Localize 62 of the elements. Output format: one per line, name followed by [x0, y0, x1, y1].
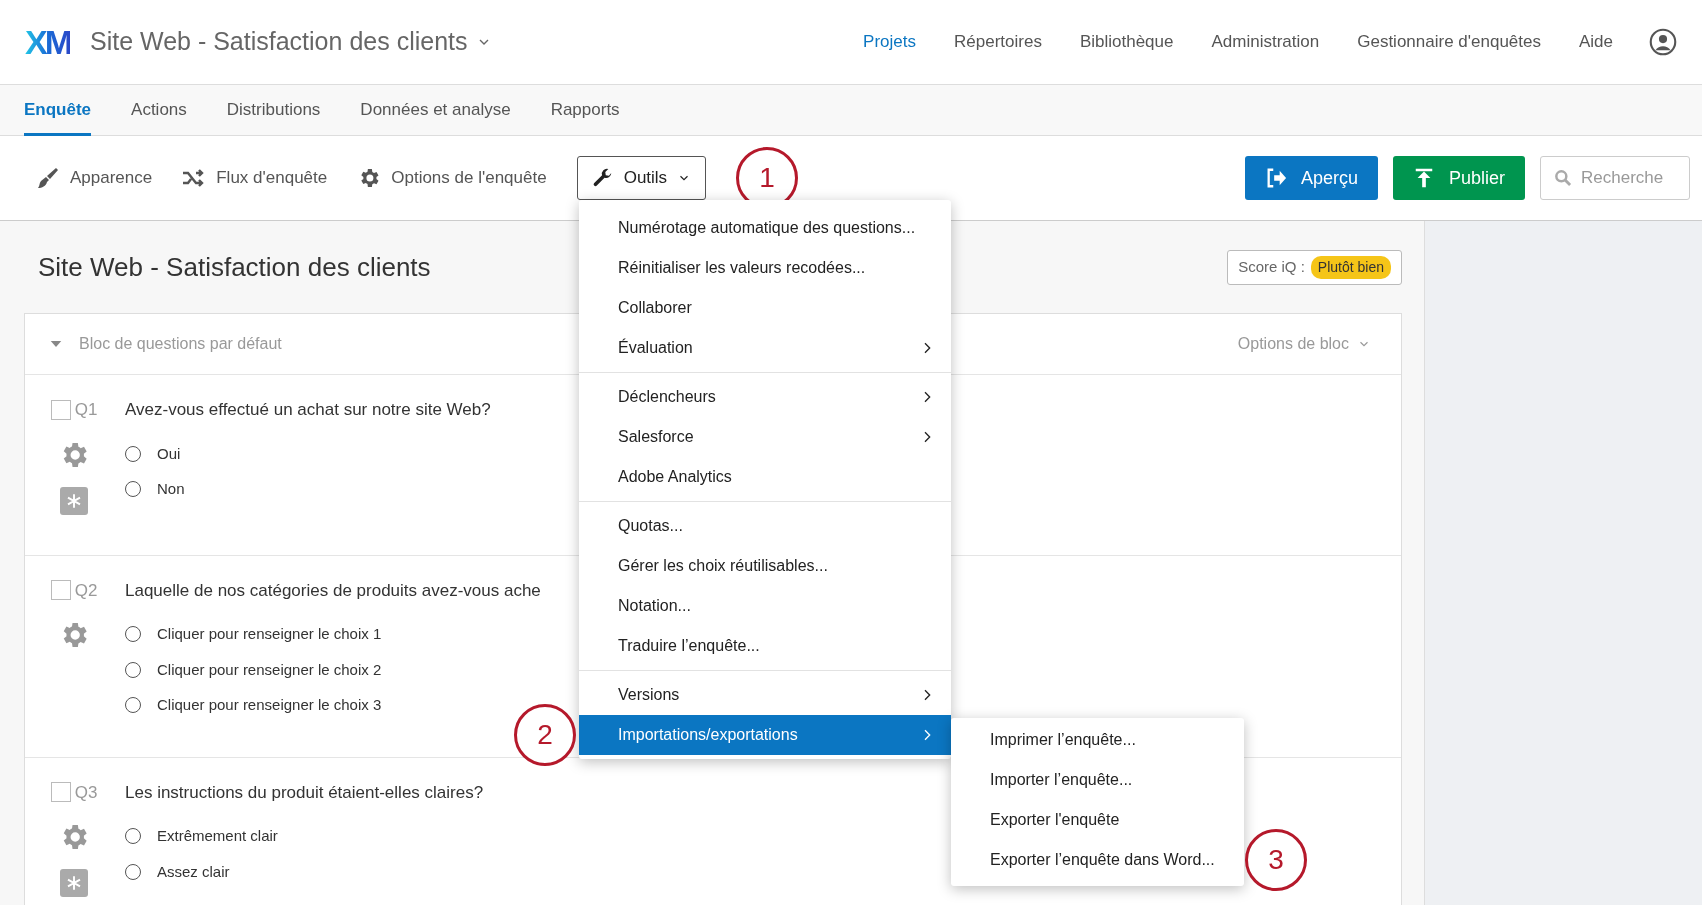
menu-item[interactable]: Évaluation: [579, 328, 951, 368]
user-avatar-icon[interactable]: [1649, 28, 1677, 56]
menu-item[interactable]: Importations/exportations: [579, 715, 951, 755]
block-title: Bloc de questions par défaut: [79, 334, 282, 354]
submenu-item[interactable]: Importer l’enquête...: [951, 760, 1244, 800]
paintbrush-icon: [36, 166, 60, 190]
menu-item[interactable]: Versions: [579, 675, 951, 715]
score-value-pill: Plutôt bien: [1310, 255, 1391, 279]
menu-item[interactable]: Notation...: [579, 586, 951, 626]
nav-link[interactable]: Projets: [863, 29, 917, 55]
submenu-item[interactable]: Exporter l’enquête dans Word...: [951, 840, 1244, 880]
score-iq-badge[interactable]: Score iQ : Plutôt bien: [1227, 249, 1402, 285]
question-checkbox[interactable]: [50, 580, 71, 601]
question-text: Avez-vous effectué un achat sur notre site Web?: [125, 399, 491, 421]
menu-item[interactable]: Collaborer: [579, 288, 951, 328]
menu-item[interactable]: Salesforce: [579, 417, 951, 457]
menu-item[interactable]: Réinitialiser les valeurs recodées...: [579, 248, 951, 288]
required-asterisk-icon[interactable]: [60, 486, 88, 515]
menu-item[interactable]: Adobe Analytics: [579, 457, 951, 497]
survey-title: Site Web - Satisfaction des clients: [38, 250, 431, 284]
question-number: Q1: [74, 399, 98, 421]
wrench-icon: [591, 167, 614, 189]
nav-link[interactable]: Gestionnaire d'enquêtes: [1357, 29, 1541, 55]
choice-label: Oui: [157, 443, 181, 464]
question-text: Les instructions du produit étaient-elles claires?: [125, 781, 484, 804]
menu-item[interactable]: Quotas...: [579, 506, 951, 546]
menu-item[interactable]: Déclencheurs: [579, 377, 951, 417]
menu-item[interactable]: Numérotage automatique des questions...: [579, 208, 951, 248]
project-title-text: Site Web - Satisfaction des clients: [90, 26, 468, 58]
survey-tab[interactable]: Actions: [131, 85, 187, 136]
nav-link[interactable]: Bibliothèque: [1079, 29, 1174, 55]
toolbar-button[interactable]: Apparence: [36, 165, 153, 191]
survey-tab[interactable]: Distributions: [226, 85, 321, 136]
nav-link[interactable]: Aide: [1578, 29, 1613, 55]
search-icon: [1553, 168, 1573, 188]
question-number: Q2: [74, 579, 98, 602]
preview-button[interactable]: Aperçu: [1244, 156, 1378, 200]
search-field[interactable]: Recherche: [1540, 156, 1690, 200]
menu-item[interactable]: Traduire l’enquête...: [579, 626, 951, 666]
choice-label: Cliquer pour renseigner le choix 2: [157, 659, 382, 680]
score-label: Score iQ :: [1238, 256, 1305, 277]
choice-label: Cliquer pour renseigner le choix 3: [157, 695, 382, 715]
submenu-item[interactable]: Imprimer l’enquête...: [951, 720, 1244, 760]
nav-link[interactable]: Administration: [1211, 29, 1320, 55]
required-asterisk-icon[interactable]: [60, 869, 88, 897]
choice-label: Assez clair: [157, 861, 230, 882]
toolbar-button[interactable]: Options de l'enquête: [357, 165, 547, 191]
choice-label: Extrêmement clair: [157, 826, 278, 846]
question-text: Laquelle de nos catégories de produits avez-vous ache: [125, 579, 541, 602]
choice-label: Cliquer pour renseigner le choix 1: [157, 624, 382, 644]
tools-button[interactable]: Outils: [576, 156, 707, 200]
menu-item[interactable]: Gérer les choix réutilisables...: [579, 546, 951, 586]
submenu-item[interactable]: Exporter l'enquête: [951, 800, 1244, 840]
nav-link[interactable]: Répertoires: [954, 29, 1042, 55]
question-checkbox[interactable]: [50, 782, 71, 803]
toolbar-button[interactable]: Flux d'enquête: [182, 165, 328, 191]
survey-tab[interactable]: Rapports: [550, 85, 620, 136]
choice-label: Non: [157, 479, 185, 499]
publish-button[interactable]: Publier: [1392, 156, 1525, 200]
question-checkbox[interactable]: [50, 399, 71, 420]
question-number: Q3: [74, 781, 98, 804]
survey-tab[interactable]: Données et analyse: [360, 85, 511, 136]
